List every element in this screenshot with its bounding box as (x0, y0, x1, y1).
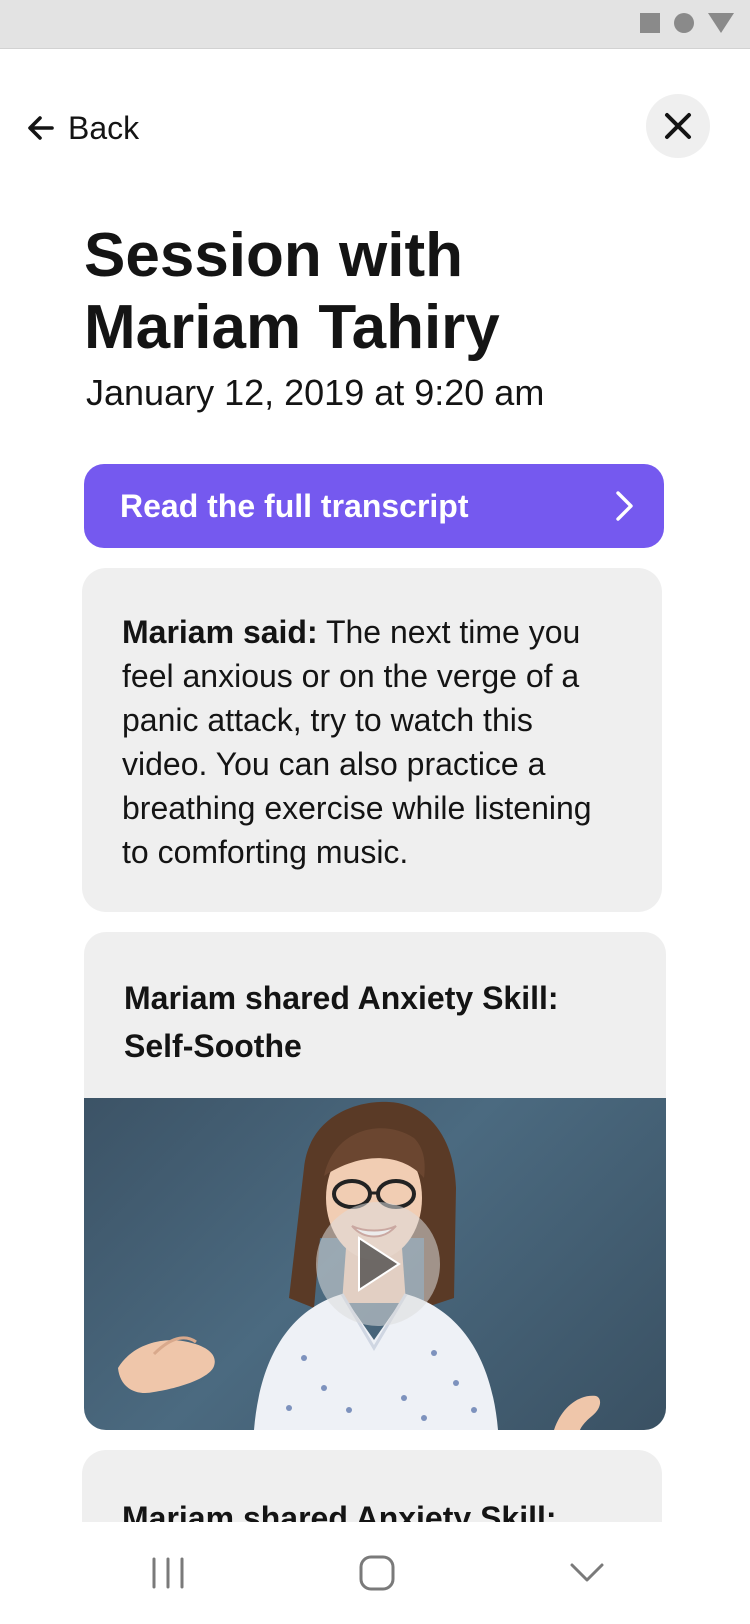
signal-icon (708, 13, 734, 33)
play-icon (358, 1236, 401, 1292)
record-icon (674, 13, 694, 33)
read-transcript-label: Read the full transcript (120, 487, 469, 524)
page-title: Session with Mariam Tahiry (84, 221, 500, 362)
stop-icon (640, 13, 660, 33)
back-button[interactable]: Back (26, 104, 139, 152)
status-icons (640, 13, 734, 33)
message-text: The next time you feel anxious or on the… (122, 614, 592, 870)
skill-card[interactable]: Mariam shared Anxiety Skill: Self-Soothe (84, 932, 666, 1430)
play-button[interactable] (316, 1202, 440, 1326)
therapist-message: Mariam said: The next time you feel anxi… (122, 610, 622, 874)
back-label: Back (68, 109, 140, 146)
session-date: January 12, 2019 at 9:20 am (86, 372, 545, 413)
recent-apps-icon (152, 1557, 184, 1589)
recent-apps-button[interactable] (118, 1522, 218, 1624)
skill-video[interactable] (84, 1098, 666, 1430)
system-nav-bar (0, 1522, 750, 1624)
home-button[interactable] (327, 1522, 427, 1624)
therapist-message-card: Mariam said: The next time you feel anxi… (82, 568, 662, 912)
nav-back-button[interactable] (537, 1522, 637, 1624)
home-icon (359, 1555, 395, 1591)
skill-card-title: Mariam shared Anxiety Skill: Self-Soothe (124, 980, 559, 1064)
read-transcript-button[interactable]: Read the full transcript (84, 464, 664, 548)
chevron-right-icon (616, 491, 633, 521)
status-bar (0, 0, 750, 49)
message-speaker: Mariam said: (122, 614, 318, 650)
nav-back-chevron-icon (570, 1563, 604, 1582)
close-button[interactable] (646, 94, 710, 158)
close-icon (665, 113, 691, 139)
arrow-left-icon (28, 116, 54, 140)
